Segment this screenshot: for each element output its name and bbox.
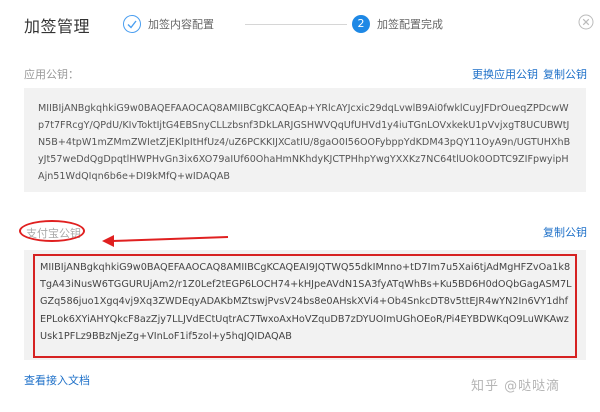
step1-label: 加签内容配置 (148, 18, 214, 31)
replace-app-key-link[interactable]: 更换应用公钥 (472, 66, 538, 82)
step1-check-icon (123, 15, 141, 33)
app-public-key-value: MIIBIjANBgkqhkiG9w0BAQEFAAOCAQ8AMIIBCgKC… (24, 88, 586, 192)
copy-alipay-key-link[interactable]: 复制公钥 (543, 224, 587, 240)
watermark: 知乎 @哒哒滴 (471, 379, 561, 394)
view-docs-link[interactable]: 查看接入文档 (24, 372, 90, 388)
dialog-title: 加签管理 (24, 17, 91, 36)
step2-number: 2 (352, 15, 370, 33)
annotation-arrow (102, 235, 229, 247)
step-connector (245, 24, 347, 25)
close-icon[interactable] (578, 14, 594, 30)
dialog-header: 加签管理 加签内容配置 2 加签配置完成 (0, 0, 600, 50)
app-public-key-label: 应用公钥： (24, 68, 79, 81)
alipay-public-key-value: MIIBIjANBgkqhkiG9w0BAQEFAAOCAQ8AMIIBCgKC… (40, 262, 572, 342)
annotation-ellipse (19, 220, 85, 242)
step2-label: 加签配置完成 (377, 18, 443, 31)
copy-app-key-link[interactable]: 复制公钥 (543, 66, 587, 82)
